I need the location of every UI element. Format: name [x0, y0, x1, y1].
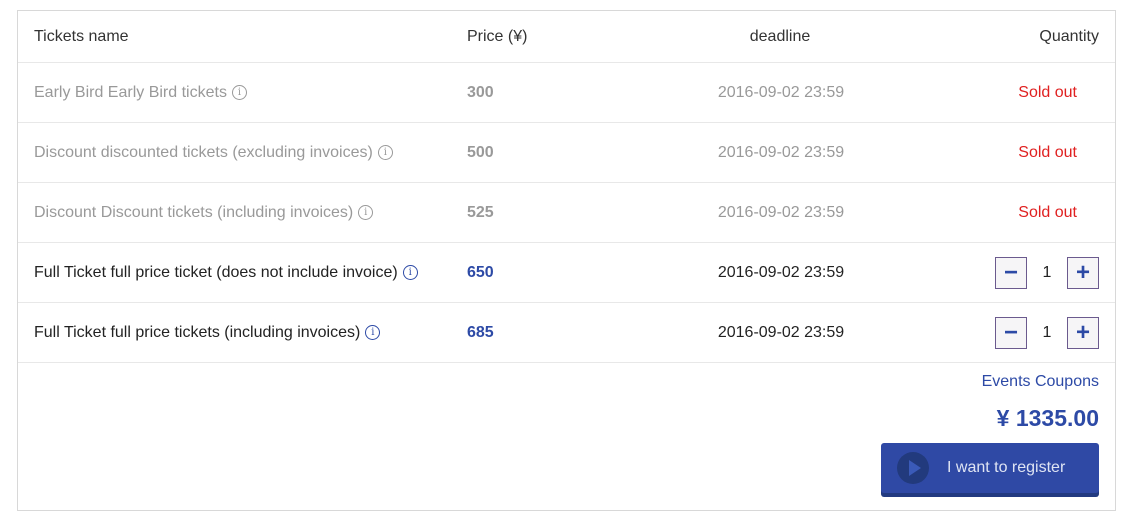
quantity-cell: − 1 + [995, 243, 1099, 302]
increment-button[interactable]: + [1067, 316, 1099, 349]
header-price: Price (¥) [467, 27, 528, 45]
header-tickets-name: Tickets name [34, 27, 129, 45]
info-icon[interactable]: i [231, 85, 247, 100]
events-coupons-link[interactable]: Events Coupons [982, 373, 1099, 391]
quantity-cell: Sold out [1018, 63, 1099, 122]
table-row: Full Ticket full price ticket (does not … [18, 243, 1115, 303]
ticket-price: 650 [467, 263, 494, 281]
ticket-price: 525 [467, 203, 494, 221]
table-header: Tickets name Price (¥) deadline Quantity [18, 11, 1115, 63]
ticket-name: Discount Discount tickets (including inv… [34, 203, 354, 221]
quantity-value[interactable]: 1 [1027, 264, 1067, 282]
ticket-name-cell: Full Ticket full price tickets (includin… [34, 303, 381, 362]
info-icon[interactable]: i [358, 205, 374, 220]
decrement-button[interactable]: − [995, 316, 1027, 349]
info-icon[interactable]: i [365, 325, 381, 340]
quantity-value[interactable]: 1 [1027, 324, 1067, 342]
quantity-cell: − 1 + [995, 303, 1099, 362]
quantity-cell: Sold out [1018, 183, 1099, 242]
quantity-stepper: − 1 + [995, 316, 1099, 349]
sold-out-status: Sold out [1018, 143, 1077, 161]
sold-out-status: Sold out [1018, 203, 1077, 221]
ticket-price: 685 [467, 323, 494, 341]
ticket-deadline: 2016-09-02 23:59 [717, 323, 845, 341]
ticket-deadline: 2016-09-02 23:59 [717, 263, 845, 281]
header-quantity: Quantity [1039, 27, 1099, 45]
info-icon[interactable]: i [377, 145, 393, 160]
register-button[interactable]: I want to register [881, 443, 1099, 493]
ticket-name: Discount discounted tickets (excluding i… [34, 143, 373, 161]
table-row: Early Bird Early Bird tickets i 300 2016… [18, 63, 1115, 123]
increment-button[interactable]: + [1067, 256, 1099, 289]
decrement-button[interactable]: − [995, 256, 1027, 289]
ticket-panel: Tickets name Price (¥) deadline Quantity… [17, 10, 1116, 511]
ticket-name-cell: Discount discounted tickets (excluding i… [34, 123, 393, 182]
ticket-name-cell: Full Ticket full price ticket (does not … [34, 243, 418, 302]
order-footer: Events Coupons ¥ 1335.00 I want to regis… [18, 363, 1115, 511]
quantity-stepper: − 1 + [995, 256, 1099, 289]
ticket-name-cell: Early Bird Early Bird tickets i [34, 63, 247, 122]
ticket-name: Full Ticket full price ticket (does not … [34, 263, 398, 281]
ticket-deadline: 2016-09-02 23:59 [717, 83, 845, 101]
ticket-name: Full Ticket full price tickets (includin… [34, 323, 361, 341]
info-icon[interactable]: i [402, 265, 418, 280]
play-triangle [908, 460, 921, 476]
ticket-price: 500 [467, 143, 494, 161]
play-icon [897, 452, 929, 484]
quantity-cell: Sold out [1018, 123, 1099, 182]
ticket-deadline: 2016-09-02 23:59 [717, 203, 845, 221]
ticket-name-cell: Discount Discount tickets (including inv… [34, 183, 374, 242]
header-deadline: deadline [749, 27, 811, 45]
table-row: Discount discounted tickets (excluding i… [18, 123, 1115, 183]
register-button-label: I want to register [947, 459, 1066, 476]
ticket-deadline: 2016-09-02 23:59 [717, 143, 845, 161]
table-row: Discount Discount tickets (including inv… [18, 183, 1115, 243]
ticket-price: 300 [467, 83, 494, 101]
sold-out-status: Sold out [1018, 83, 1077, 101]
ticket-name: Early Bird Early Bird tickets [34, 83, 227, 101]
order-total: ¥ 1335.00 [996, 405, 1099, 431]
table-row: Full Ticket full price tickets (includin… [18, 303, 1115, 363]
